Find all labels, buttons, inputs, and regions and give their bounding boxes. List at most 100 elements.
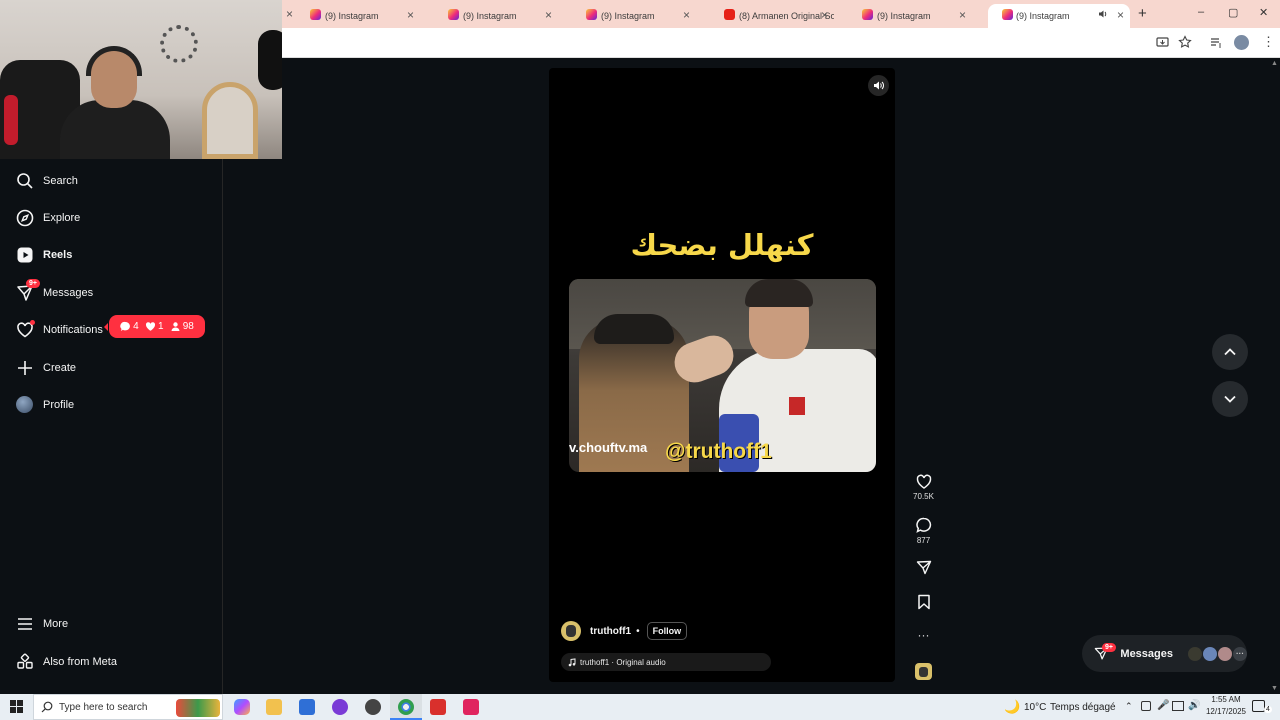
tray-app-icon[interactable] <box>1141 701 1151 711</box>
author-avatar[interactable] <box>561 621 581 641</box>
tab-close-icon[interactable]: × <box>545 8 552 22</box>
instagram-icon <box>1002 9 1013 20</box>
copilot-icon[interactable] <box>234 699 250 715</box>
browser-tab[interactable]: (9) Instagram × <box>420 4 558 28</box>
sidebar-item-more[interactable]: More <box>16 612 68 636</box>
taskbar-search-input[interactable]: Type here to search <box>33 694 223 720</box>
sidebar-item-create[interactable]: Create <box>16 356 76 380</box>
app-red-icon[interactable] <box>430 699 446 715</box>
avatar <box>1188 646 1202 661</box>
minimize-button[interactable]: – <box>1198 6 1204 18</box>
clock-date[interactable]: 12/17/2025 <box>1202 707 1250 716</box>
notification-center-icon[interactable] <box>1252 700 1265 712</box>
browser-tab[interactable]: (9) Instagram × <box>558 4 696 28</box>
weather-desc[interactable]: Temps dégagé <box>1050 702 1116 713</box>
search-icon <box>41 701 53 713</box>
reels-icon <box>16 246 34 264</box>
share-icon <box>916 560 931 575</box>
messages-label: Messages <box>1120 647 1173 660</box>
kebab-menu-icon[interactable]: ⋮ <box>1262 34 1275 50</box>
cap <box>594 314 674 344</box>
browser-toolbar: ⋮ <box>282 28 1280 58</box>
sound-toggle-button[interactable] <box>868 75 889 96</box>
speaker-icon[interactable] <box>1098 9 1108 19</box>
audio-cover <box>915 663 932 680</box>
browser-tab[interactable]: (9) Instagram × <box>834 4 972 28</box>
new-tab-button[interactable]: + <box>1138 5 1147 22</box>
man-hair <box>745 279 813 307</box>
tab-close-icon[interactable]: × <box>407 8 414 22</box>
comment-icon <box>120 321 131 331</box>
recent-contacts: ··· <box>1187 646 1247 661</box>
weather-temp[interactable]: 10°C <box>1024 702 1046 713</box>
messenger-app-icon[interactable] <box>332 699 348 715</box>
sidebar-item-explore[interactable]: Explore <box>16 206 80 230</box>
sidebar-item-label: More <box>43 618 69 630</box>
microphone-icon[interactable]: 🎤 <box>1157 700 1169 711</box>
sidebar-item-messages[interactable]: 9+ Messages <box>16 279 94 305</box>
messages-drawer-button[interactable]: 9+ Messages ··· <box>1082 635 1247 672</box>
save-button[interactable] <box>912 594 935 613</box>
sidebar-item-label: Also from Meta <box>43 656 117 668</box>
tab-close-icon[interactable]: × <box>959 8 966 22</box>
avatar <box>1218 646 1232 661</box>
previous-reel-button[interactable] <box>1212 334 1248 370</box>
menu-icon <box>16 615 34 633</box>
store-icon[interactable] <box>299 699 315 715</box>
page-scrollbar[interactable]: ▲ ▼ <box>1269 58 1280 694</box>
notification-center-badge: 4 <box>1264 706 1272 713</box>
maximize-button[interactable]: ▢ <box>1228 6 1238 19</box>
tab-close-icon[interactable]: × <box>821 8 828 22</box>
sidebar-item-search[interactable]: Search <box>16 169 78 193</box>
weather-moon-icon[interactable]: 🌙 <box>1004 699 1020 715</box>
sidebar-item-reels[interactable]: Reels <box>16 243 72 267</box>
tab-close-icon[interactable]: × <box>683 8 690 22</box>
browser-tab[interactable]: (9) Instagram × <box>282 4 420 28</box>
follows-count: 98 <box>170 321 194 332</box>
tab-title: (9) Instagram <box>1016 11 1070 21</box>
clock-time[interactable]: 1:55 AM <box>1206 695 1246 704</box>
reel-audio-link[interactable]: truthoff1 · Original audio <box>561 653 771 671</box>
audio-label: truthoff1 · Original audio <box>580 657 666 667</box>
comment-button[interactable]: 877 <box>912 517 935 545</box>
file-explorer-icon[interactable] <box>266 699 282 715</box>
instagram-icon <box>310 9 321 20</box>
windows-start-icon[interactable] <box>10 700 23 713</box>
browser-tab[interactable]: (8) Armanen Original Son × <box>696 4 834 28</box>
app-icon[interactable] <box>365 699 381 715</box>
sidebar-item-label: Messages <box>43 287 94 299</box>
tab-close-icon[interactable]: × <box>1117 8 1124 22</box>
close-window-button[interactable]: ✕ <box>1259 6 1268 19</box>
sidebar-item-also-from-meta[interactable]: Also from Meta <box>16 650 117 674</box>
heart-icon <box>16 320 35 339</box>
install-app-icon[interactable] <box>1156 36 1169 49</box>
more-options-button[interactable]: ··· <box>912 628 935 642</box>
sidebar-item-label: Search <box>43 175 78 187</box>
chevron-up-icon[interactable]: ⌃ <box>1125 701 1133 712</box>
person-shoulders <box>60 100 170 159</box>
network-icon[interactable] <box>1172 701 1184 711</box>
audio-thumbnail[interactable] <box>912 663 935 680</box>
notifications-summary-popup[interactable]: 4 1 98 <box>104 315 205 338</box>
bookmark-star-icon[interactable] <box>1178 35 1192 49</box>
wall-clock <box>160 25 198 63</box>
tab-title: (9) Instagram <box>325 11 379 21</box>
sidebar-item-profile[interactable]: Profile <box>16 393 74 417</box>
like-button[interactable]: 70.5K <box>912 474 935 501</box>
share-button[interactable] <box>912 560 935 578</box>
media-control-icon[interactable] <box>1210 36 1223 49</box>
webcam-overlay <box>0 0 282 159</box>
mirror <box>202 82 258 159</box>
author-username[interactable]: truthoff1 <box>590 626 631 637</box>
sidebar-item-notifications[interactable]: Notifications <box>16 318 103 342</box>
lamp <box>258 30 282 90</box>
reel-video[interactable]: كنهلل بضحك v.chouftv.ma @truthoff1 truth… <box>549 68 895 682</box>
speaker-icon <box>874 81 884 90</box>
likes-count: 1 <box>145 321 164 332</box>
app-pink-icon[interactable] <box>463 699 479 715</box>
browser-tab-active[interactable]: (9) Instagram × <box>988 4 1130 28</box>
profile-avatar[interactable] <box>1234 35 1249 50</box>
follow-button[interactable]: Follow <box>646 622 688 640</box>
next-reel-button[interactable] <box>1212 381 1248 417</box>
volume-icon[interactable]: 🔊 <box>1188 700 1200 711</box>
